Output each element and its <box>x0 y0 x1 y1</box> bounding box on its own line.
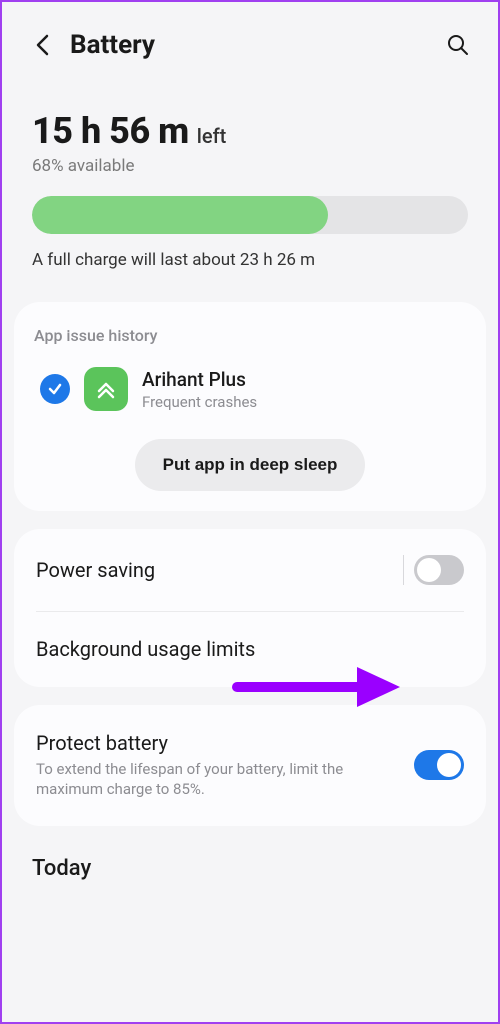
protect-battery-row[interactable]: Protect battery To extend the lifespan o… <box>14 705 486 826</box>
header: Battery <box>2 2 498 70</box>
page-title: Battery <box>70 30 155 60</box>
protect-battery-card: Protect battery To extend the lifespan o… <box>14 705 486 826</box>
today-label: Today <box>32 856 468 881</box>
power-settings-card: Power saving Background usage limits <box>14 529 486 687</box>
app-issue-card: App issue history Arihant Plus Frequent … <box>14 302 486 511</box>
app-icon <box>84 367 128 411</box>
battery-progress <box>32 196 468 234</box>
battery-summary: 15 h 56 m left 68% available A full char… <box>2 70 498 278</box>
protect-battery-text: Protect battery To extend the lifespan o… <box>36 731 356 800</box>
time-suffix: left <box>197 124 227 148</box>
app-subtitle: Frequent crashes <box>142 393 257 411</box>
full-charge-estimate: A full charge will last about 23 h 26 m <box>32 250 468 270</box>
protect-battery-toggle[interactable] <box>414 750 464 780</box>
search-button[interactable] <box>446 33 470 57</box>
protect-battery-description: To extend the lifespan of your battery, … <box>36 759 356 800</box>
app-name: Arihant Plus <box>142 368 257 391</box>
app-issue-title: App issue history <box>34 326 466 345</box>
battery-progress-fill <box>32 196 328 234</box>
time-remaining: 15 h 56 m left <box>32 110 468 152</box>
power-saving-label: Power saving <box>36 558 155 582</box>
divider-icon <box>403 555 404 585</box>
check-icon <box>40 374 70 404</box>
search-icon <box>446 33 470 57</box>
bg-usage-limits-row[interactable]: Background usage limits <box>14 611 486 687</box>
deep-sleep-button[interactable]: Put app in deep sleep <box>135 439 366 491</box>
power-saving-controls <box>403 555 464 585</box>
bg-usage-limits-label: Background usage limits <box>36 637 255 661</box>
time-value: 15 h 56 m <box>32 110 189 152</box>
back-button[interactable] <box>30 33 54 57</box>
protect-battery-label: Protect battery <box>36 731 356 755</box>
back-icon <box>35 34 49 56</box>
app-info: Arihant Plus Frequent crashes <box>142 368 257 411</box>
power-saving-row[interactable]: Power saving <box>14 529 486 611</box>
power-saving-toggle[interactable] <box>414 555 464 585</box>
app-issue-row[interactable]: Arihant Plus Frequent crashes <box>34 367 466 411</box>
today-section: Today <box>2 826 498 881</box>
percent-available: 68% available <box>32 156 468 176</box>
header-left: Battery <box>30 30 155 60</box>
